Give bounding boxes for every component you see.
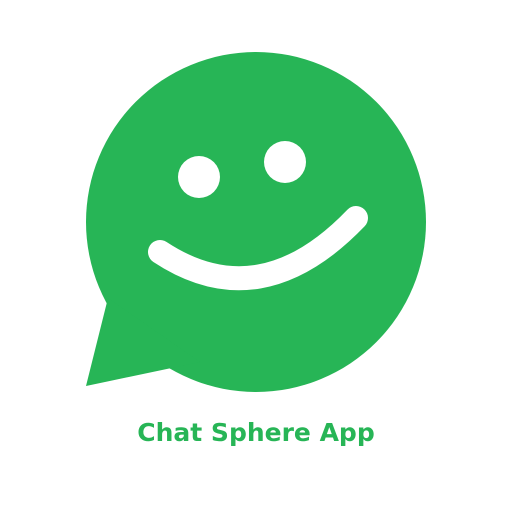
app-logo-splash: Chat Sphere App xyxy=(0,0,512,512)
app-name-label: Chat Sphere App xyxy=(137,418,375,447)
left-eye-icon xyxy=(178,156,220,198)
right-eye-icon xyxy=(264,141,306,183)
